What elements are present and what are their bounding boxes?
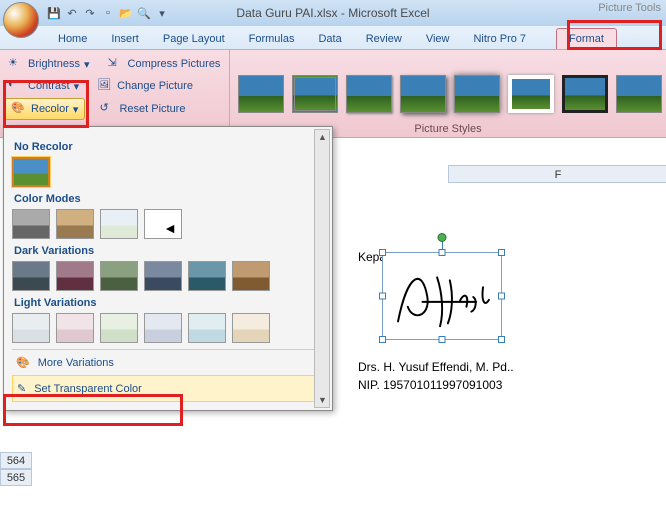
light-var-4[interactable] [144,313,182,343]
column-header-f[interactable]: F [448,165,666,183]
tab-home[interactable]: Home [46,29,99,49]
brightness-icon: ☀ [8,56,24,72]
ribbon-tabs: Home Insert Page Layout Formulas Data Re… [0,26,666,50]
menu-scrollbar[interactable] [314,129,330,408]
signature-svg [383,253,501,339]
tab-page-layout[interactable]: Page Layout [151,29,237,49]
color-modes-section: Color Modes [14,193,324,205]
dark-var-6[interactable] [232,261,270,291]
recolor-option-original[interactable] [12,157,50,187]
picture-style-5[interactable] [454,75,500,113]
quick-access-toolbar: 💾 ↶ ↷ ▫ 📂 🔍 ▾ [46,5,170,21]
qat-more-icon[interactable]: ▾ [154,5,170,21]
cell-nip: NIP. 195701011997091003 [358,378,502,392]
picture-style-8[interactable] [616,75,662,113]
more-variations-label: More Variations [38,357,114,369]
set-transparent-label: Set Transparent Color [34,383,142,395]
recolor-icon: 🎨 [11,101,27,117]
tab-format[interactable]: Format [556,28,617,49]
resize-handle-n[interactable] [439,249,446,256]
resize-handle-e[interactable] [498,293,505,300]
brightness-label: Brightness [28,58,80,70]
brightness-button[interactable]: ☀Brightness ▾ [4,54,94,74]
rotation-handle[interactable] [438,233,447,242]
undo-icon[interactable]: ↶ [64,5,80,21]
open-icon[interactable]: 📂 [118,5,134,21]
picture-style-4[interactable] [400,75,446,113]
tab-nitro[interactable]: Nitro Pro 7 [461,29,538,49]
no-recolor-section: No Recolor [14,141,324,153]
tab-data[interactable]: Data [306,29,353,49]
more-variations-icon: 🎨 [16,356,30,369]
resize-handle-w[interactable] [379,293,386,300]
picture-style-1[interactable] [238,75,284,113]
recolor-menu: No Recolor Color Modes ◄ Dark Variations… [3,126,333,411]
recolor-grayscale[interactable] [12,209,50,239]
set-transparent-color-item[interactable]: ✎ Set Transparent Color [12,375,324,402]
row-header-564[interactable]: 564 [0,452,32,469]
light-var-3[interactable] [100,313,138,343]
resize-handle-se[interactable] [498,336,505,343]
picture-style-6[interactable] [508,75,554,113]
contrast-button[interactable]: ◐Contrast ▾ [4,76,83,96]
cell-name: Drs. H. Yusuf Effendi, M. Pd.. [358,360,514,374]
reset-label: Reset Picture [119,103,185,115]
recolor-button[interactable]: 🎨Recolor ▾ [4,98,85,120]
recolor-bw[interactable]: ◄ [144,209,182,239]
change-picture-icon: 🖼 [97,78,113,94]
light-var-2[interactable] [56,313,94,343]
recolor-label: Recolor [31,103,69,115]
save-icon[interactable]: 💾 [46,5,62,21]
change-picture-button[interactable]: 🖼 Change Picture [93,76,197,96]
light-var-6[interactable] [232,313,270,343]
compress-icon: ⇲ [108,56,124,72]
dark-var-4[interactable] [144,261,182,291]
reset-picture-button[interactable]: ↺ Reset Picture [95,98,189,120]
office-button[interactable] [3,2,39,38]
window-title: Data Guru PAI.xlsx - Microsoft Excel [236,6,429,20]
eyedropper-icon: ✎ [17,382,26,395]
dark-var-5[interactable] [188,261,226,291]
dark-var-1[interactable] [12,261,50,291]
tab-formulas[interactable]: Formulas [237,29,307,49]
tab-review[interactable]: Review [354,29,414,49]
resize-handle-sw[interactable] [379,336,386,343]
title-bar: 💾 ↶ ↷ ▫ 📂 🔍 ▾ Data Guru PAI.xlsx - Micro… [0,0,666,26]
dark-variations-section: Dark Variations [14,245,324,257]
light-variations-section: Light Variations [14,297,324,309]
adjust-group: ☀Brightness ▾ ⇲Compress Pictures ◐Contra… [0,50,230,137]
contrast-icon: ◐ [8,78,24,94]
row-header-565[interactable]: 565 [0,469,32,486]
tab-insert[interactable]: Insert [99,29,151,49]
picture-styles-label: Picture Styles [414,123,481,135]
picture-tools-label: Picture Tools [598,2,661,14]
contrast-label: Contrast [28,80,70,92]
redo-icon[interactable]: ↷ [82,5,98,21]
picture-styles-group: Picture Styles [230,50,666,137]
resize-handle-nw[interactable] [379,249,386,256]
signature-picture[interactable] [382,252,502,340]
picture-style-3[interactable] [346,75,392,113]
compress-label: Compress Pictures [128,58,221,70]
light-var-1[interactable] [12,313,50,343]
recolor-sepia[interactable] [56,209,94,239]
ribbon: ☀Brightness ▾ ⇲Compress Pictures ◐Contra… [0,50,666,138]
light-var-5[interactable] [188,313,226,343]
reset-icon: ↺ [99,101,115,117]
tab-view[interactable]: View [414,29,462,49]
preview-icon[interactable]: 🔍 [136,5,152,21]
new-icon[interactable]: ▫ [100,5,116,21]
resize-handle-s[interactable] [439,336,446,343]
compress-pictures-button[interactable]: ⇲ Compress Pictures [104,54,225,74]
picture-style-7[interactable] [562,75,608,113]
dark-var-3[interactable] [100,261,138,291]
more-variations-item[interactable]: 🎨 More Variations ▸ [12,350,324,375]
dark-var-2[interactable] [56,261,94,291]
picture-style-2[interactable] [292,75,338,113]
resize-handle-ne[interactable] [498,249,505,256]
recolor-washout[interactable] [100,209,138,239]
change-picture-label: Change Picture [117,80,193,92]
